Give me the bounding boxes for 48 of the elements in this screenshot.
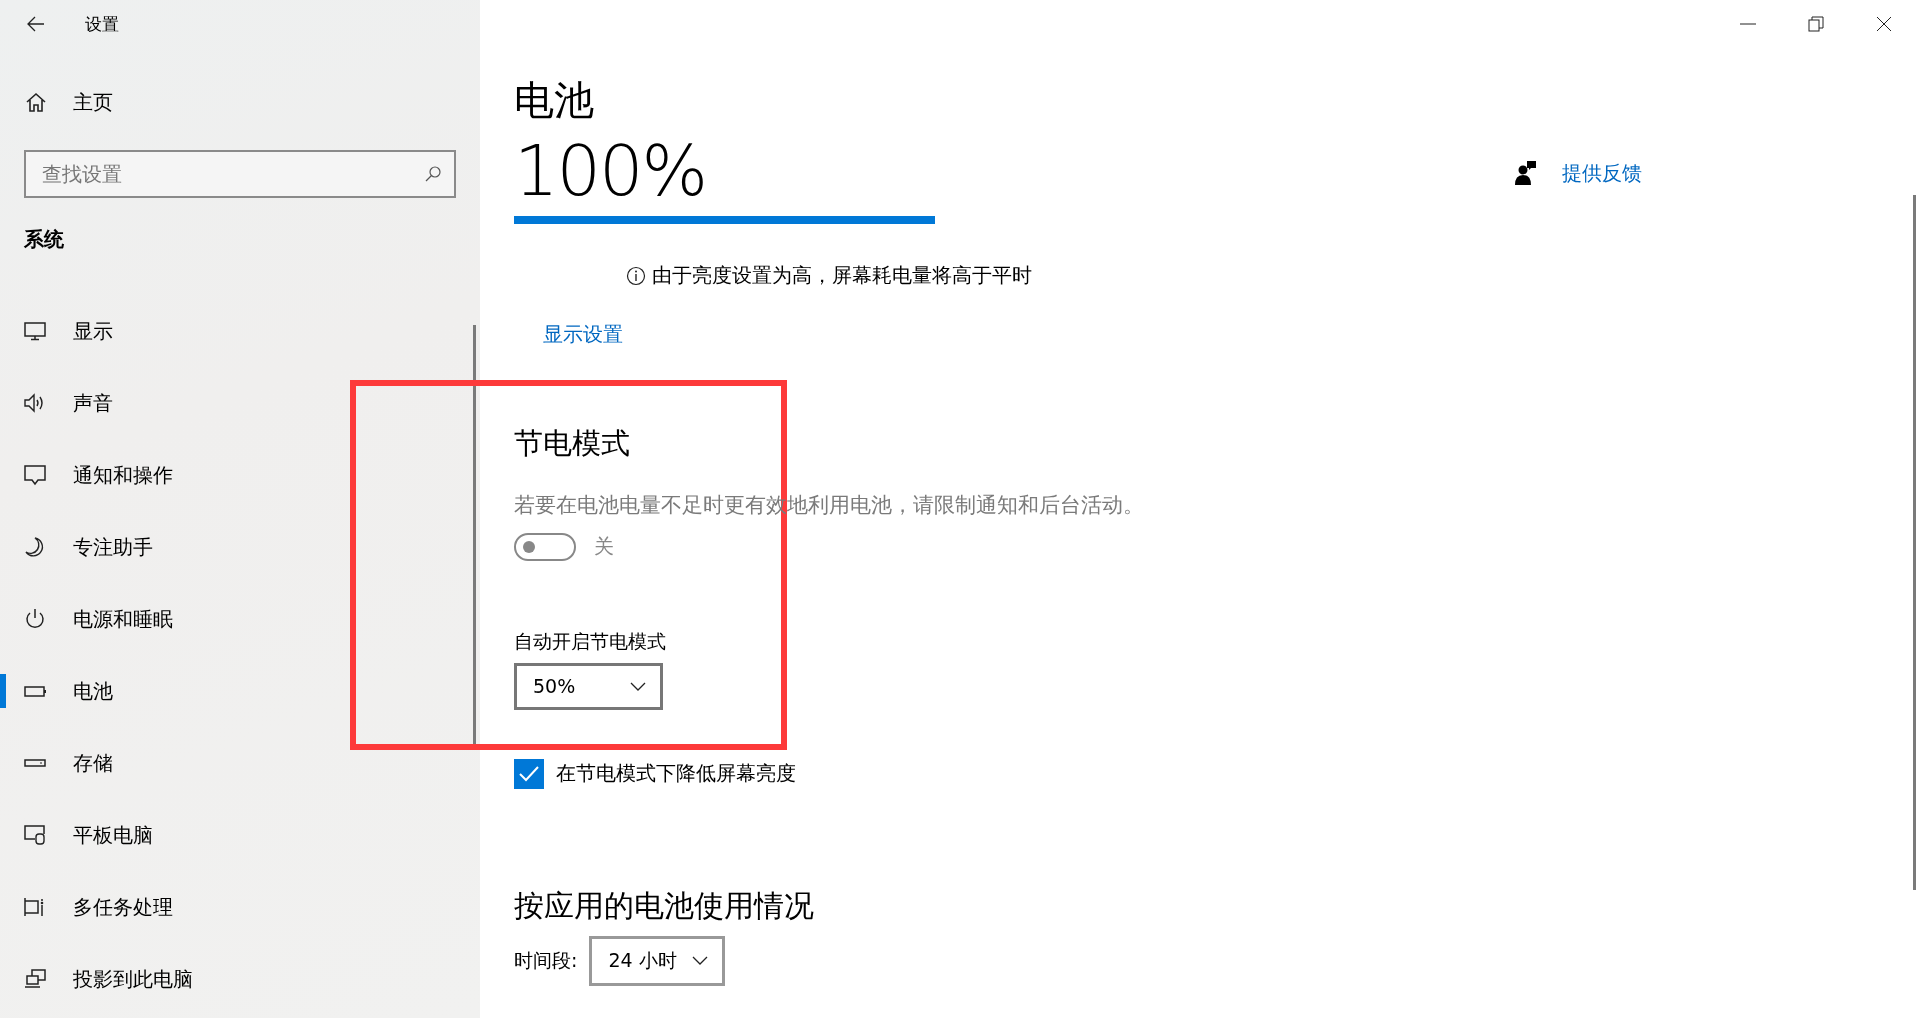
nav-item[interactable]: 存储 [0,727,480,799]
window-title: 设置 [85,12,119,36]
search-icon [424,165,442,183]
back-icon[interactable] [27,16,45,32]
nav-item[interactable]: 平板电脑 [0,799,480,871]
nav-item[interactable]: 声音 [0,367,480,439]
nav-item[interactable]: 多任务处理 [0,871,480,943]
moon-icon [24,536,46,558]
period-dropdown[interactable]: 24 小时 [589,935,726,986]
speaker-icon [24,392,46,414]
toggle-state: 关 [594,533,614,561]
chevron-icon [692,956,709,966]
section-heading: 系统 [24,226,64,253]
restore-icon[interactable] [1808,16,1824,32]
info-icon [626,265,646,286]
checkbox[interactable] [514,758,544,789]
home-icon [25,91,47,113]
message-icon [24,464,46,486]
projection-icon [24,968,46,990]
nav-item[interactable]: 显示 [0,295,480,367]
nav-item[interactable]: 电源和睡眠 [0,583,480,655]
notice-text: 由于亮度设置为高，屏幕耗电量将高于平时 [652,262,1032,289]
battery-percentage: 100% [514,136,707,206]
nav-item[interactable]: 通知和操作 [0,439,480,511]
nav-item[interactable]: 电池 [0,655,480,727]
field-label: 时间段: [514,947,578,973]
toggle-switch[interactable] [514,532,576,561]
monitor-icon [24,320,46,342]
scrollbar[interactable] [1913,195,1916,890]
page-title: 电池 [514,80,594,120]
nav-item[interactable]: 投影到此电脑 [0,943,480,1015]
home-link[interactable]: 主页 [0,85,113,119]
display-settings-link[interactable]: 显示设置 [543,321,623,348]
nav-item[interactable]: 专注助手 [0,511,480,583]
checkbox-label: 在节电模式下降低屏幕亮度 [556,760,796,788]
threshold-dropdown[interactable]: 50% [514,662,663,710]
tablet-icon [24,824,46,846]
chevron-icon [630,681,646,691]
feedback-link[interactable]: 提供反馈 [1562,159,1642,187]
checkmark-icon [517,764,541,783]
section-title: 按应用的电池使用情况 [514,887,814,924]
power-icon [24,608,46,630]
close-icon[interactable] [1876,16,1892,32]
section-title: 节电模式 [514,426,630,461]
feedback-icon [1515,161,1537,185]
search-field[interactable]: 查找设置 [24,150,456,198]
field-label: 自动开启节电模式 [514,628,666,654]
multitask-icon [24,896,46,918]
